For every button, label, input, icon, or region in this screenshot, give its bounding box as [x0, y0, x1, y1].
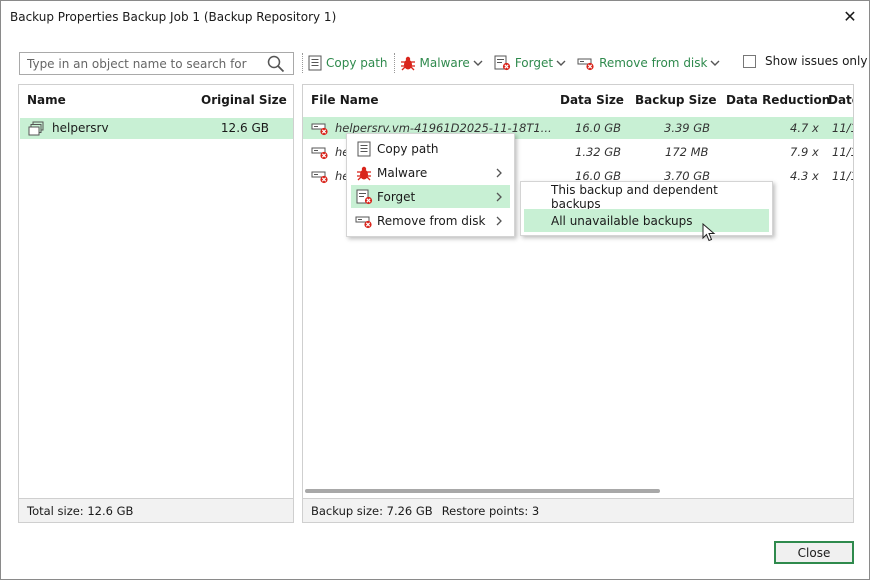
- backup-summary-footer: Backup size: 7.26 GB Restore points: 3: [303, 498, 853, 522]
- backup-file-icon: [311, 147, 328, 160]
- search-icon[interactable]: [267, 55, 285, 73]
- title-bar: Backup Properties Backup Job 1 (Backup R…: [1, 1, 869, 33]
- show-issues-only-toggle[interactable]: Show issues only: [743, 54, 867, 68]
- copy-path-label: Copy path: [326, 56, 388, 70]
- toolbar-divider: [393, 53, 395, 73]
- chevron-right-icon: [496, 168, 502, 178]
- context-menu: Copy path Malware Forget Remove from dis…: [346, 133, 515, 237]
- objects-panel: Name Original Size helpersrv 12.6 GB Tot…: [18, 84, 294, 523]
- object-name: helpersrv: [52, 121, 109, 135]
- menu-item-malware[interactable]: Malware: [351, 161, 510, 184]
- file-date: 11/1: [832, 169, 853, 183]
- bug-icon: [400, 56, 415, 71]
- mouse-pointer-icon: [702, 223, 716, 242]
- menu-item-forget[interactable]: Forget: [351, 185, 510, 208]
- column-header-date[interactable]: Date: [828, 85, 853, 115]
- chevron-right-icon: [496, 192, 502, 202]
- total-size: Total size: 12.6 GB: [27, 503, 134, 518]
- column-header-file-name[interactable]: File Name: [311, 85, 379, 115]
- total-size-footer: Total size: 12.6 GB: [19, 498, 293, 522]
- remove-disk-icon: [355, 216, 372, 228]
- backup-size: 3.39 GB: [664, 121, 711, 135]
- vm-icon: [28, 121, 44, 136]
- close-button[interactable]: Close: [774, 541, 854, 564]
- menu-item-copy-path[interactable]: Copy path: [351, 137, 510, 160]
- menu-item-this-backup-and-dependent[interactable]: This backup and dependent backups: [524, 182, 769, 211]
- table-row[interactable]: helpersrv 12.6 GB: [20, 118, 293, 139]
- menu-item-label: Forget: [377, 189, 416, 204]
- column-header-name[interactable]: Name: [27, 85, 66, 115]
- file-date: 11/1: [832, 145, 853, 159]
- backup-file-icon: [311, 123, 328, 136]
- show-issues-label: Show issues only: [765, 54, 868, 68]
- search-input[interactable]: [20, 53, 260, 74]
- column-header-backup-size[interactable]: Backup Size: [635, 85, 717, 115]
- window-title: Backup Properties Backup Job 1 (Backup R…: [10, 10, 337, 24]
- forget-icon: [356, 189, 372, 204]
- menu-item-all-unavailable-backups[interactable]: All unavailable backups: [524, 209, 769, 232]
- chevron-down-icon[interactable]: [472, 57, 484, 69]
- toolbar: Copy path Malware Forget Remove from dis…: [302, 52, 731, 74]
- menu-item-label: All unavailable backups: [551, 213, 693, 228]
- chevron-down-icon[interactable]: [555, 57, 567, 69]
- column-header-data-reduction[interactable]: Data Reduction: [726, 85, 830, 115]
- forget-submenu: This backup and dependent backups All un…: [520, 181, 773, 236]
- search-box: [19, 52, 294, 75]
- menu-item-label: Copy path: [377, 141, 439, 156]
- document-icon: [308, 55, 322, 71]
- data-reduction: 4.3 x: [790, 169, 819, 183]
- backup-size: 172 MB: [665, 145, 709, 159]
- horizontal-scrollbar[interactable]: [305, 489, 660, 493]
- restore-points: Restore points: 3: [441, 503, 540, 518]
- object-original-size: 12.6 GB: [220, 121, 269, 135]
- toolbar-divider: [302, 53, 303, 73]
- bug-icon: [357, 166, 371, 180]
- chevron-right-icon: [496, 216, 502, 226]
- file-date: 11/1: [832, 121, 853, 135]
- forget-icon: [494, 55, 510, 71]
- remove-disk-icon: [577, 58, 594, 71]
- menu-item-label: This backup and dependent backups: [551, 182, 718, 211]
- column-header-data-size[interactable]: Data Size: [560, 85, 624, 115]
- column-header-original-size[interactable]: Original Size: [201, 85, 287, 115]
- remove-from-disk-label: Remove from disk: [599, 56, 708, 70]
- malware-button[interactable]: Malware: [400, 55, 488, 71]
- data-size: 16.0 GB: [575, 121, 622, 135]
- backup-file-icon: [311, 171, 328, 184]
- remove-from-disk-button[interactable]: Remove from disk: [577, 55, 725, 71]
- chevron-down-icon[interactable]: [709, 57, 721, 69]
- menu-item-label: Remove from disk: [377, 213, 486, 228]
- close-window-icon[interactable]: ✕: [840, 7, 860, 27]
- forget-label: Forget: [514, 56, 554, 70]
- menu-item-label: Malware: [377, 165, 428, 180]
- data-reduction: 7.9 x: [790, 145, 819, 159]
- data-size: 1.32 GB: [575, 145, 622, 159]
- copy-path-button[interactable]: Copy path: [308, 55, 388, 71]
- forget-button[interactable]: Forget: [494, 55, 571, 71]
- data-reduction: 4.7 x: [790, 121, 819, 135]
- menu-item-remove-from-disk[interactable]: Remove from disk: [351, 209, 510, 232]
- backup-properties-window: Backup Properties Backup Job 1 (Backup R…: [0, 0, 870, 580]
- show-issues-checkbox[interactable]: [743, 54, 756, 68]
- malware-label: Malware: [419, 56, 470, 70]
- document-icon: [357, 141, 371, 156]
- backup-size-total: Backup size: 7.26 GB: [311, 503, 433, 518]
